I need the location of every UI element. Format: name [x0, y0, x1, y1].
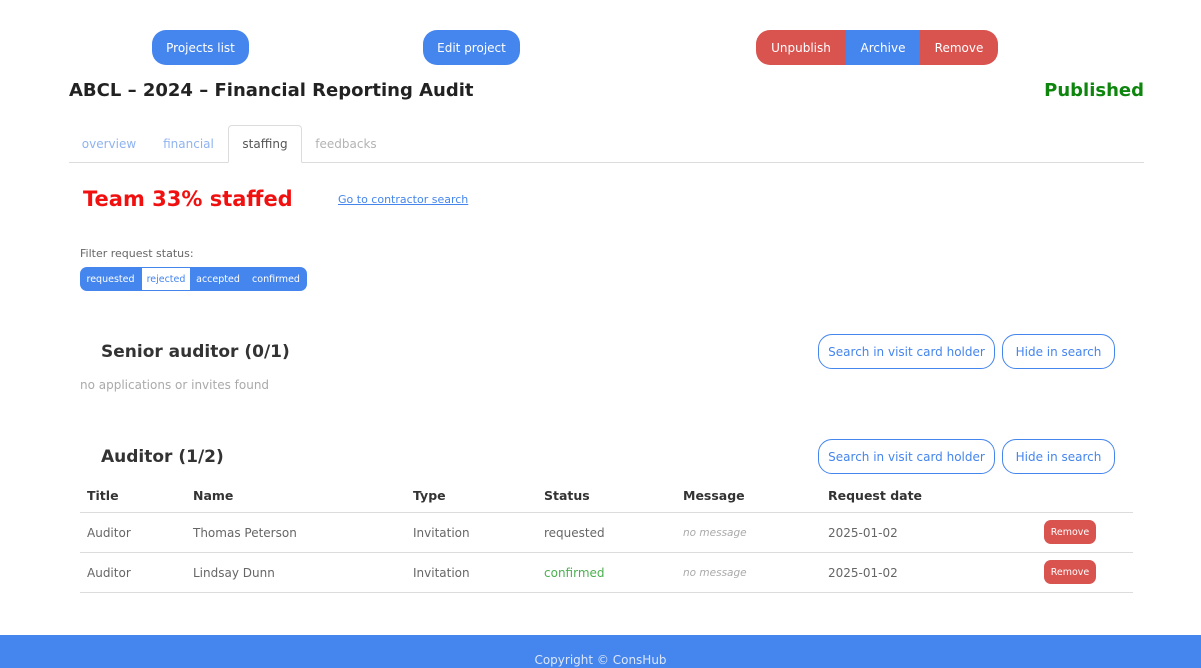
cell-title: Auditor	[87, 525, 131, 540]
no-applications-text: no applications or invites found	[80, 378, 270, 392]
archive-button[interactable]: Archive	[846, 30, 920, 65]
tab-feedbacks[interactable]: feedbacks	[302, 125, 390, 162]
header-status: Status	[544, 487, 590, 503]
cell-request-date: 2025-01-02	[828, 565, 898, 580]
filter-accepted[interactable]: accepted	[191, 267, 245, 291]
cell-name: Thomas Peterson	[193, 525, 297, 540]
table-header-row: Title Name Type Status Message Request d…	[80, 478, 1133, 513]
cell-status: confirmed	[544, 565, 605, 580]
projects-list-button[interactable]: Projects list	[152, 30, 249, 65]
publication-status: Published	[1044, 80, 1144, 101]
unpublish-button[interactable]: Unpublish	[756, 30, 846, 65]
cell-name: Lindsay Dunn	[193, 565, 275, 580]
senior-auditor-title: Senior auditor (0/1)	[101, 342, 290, 362]
auditor-title: Auditor (1/2)	[101, 447, 224, 467]
filter-status-group: requested rejected accepted confirmed	[80, 267, 307, 291]
table-row: Auditor Lindsay Dunn Invitation confirme…	[80, 553, 1133, 593]
page-title: ABCL – 2024 – Financial Reporting Audit	[69, 80, 474, 101]
header-request-date: Request date	[828, 487, 923, 503]
header-title: Title	[87, 487, 119, 503]
cell-message: no message	[683, 526, 747, 539]
copyright-text: Copyright © ConsHub	[534, 653, 667, 667]
remove-project-button[interactable]: Remove	[920, 30, 998, 65]
filter-rejected[interactable]: rejected	[141, 267, 191, 291]
cell-request-date: 2025-01-02	[828, 525, 898, 540]
senior-hide-in-search-button[interactable]: Hide in search	[1002, 334, 1115, 369]
tab-financial[interactable]: financial	[149, 125, 228, 162]
team-staffed-status: Team 33% staffed	[83, 187, 293, 211]
cell-status: requested	[544, 525, 605, 540]
footer: Copyright © ConsHub	[0, 635, 1201, 668]
tab-staffing[interactable]: staffing	[228, 125, 302, 163]
auditor-requests-table: Title Name Type Status Message Request d…	[80, 478, 1133, 593]
remove-request-button[interactable]: Remove	[1044, 560, 1096, 584]
project-tabs: overview financial staffing feedbacks	[69, 125, 1144, 163]
header-type: Type	[413, 487, 446, 503]
cell-type: Invitation	[413, 565, 470, 580]
table-row: Auditor Thomas Peterson Invitation reque…	[80, 513, 1133, 553]
publish-actions-group: Unpublish Archive Remove	[756, 30, 998, 65]
header-name: Name	[193, 487, 234, 503]
auditor-search-visit-card-button[interactable]: Search in visit card holder	[818, 439, 995, 474]
edit-project-button[interactable]: Edit project	[423, 30, 520, 65]
filter-label: Filter request status:	[80, 247, 194, 260]
header-message: Message	[683, 487, 745, 503]
cell-type: Invitation	[413, 525, 470, 540]
auditor-hide-in-search-button[interactable]: Hide in search	[1002, 439, 1115, 474]
senior-search-visit-card-button[interactable]: Search in visit card holder	[818, 334, 995, 369]
tab-overview[interactable]: overview	[69, 125, 149, 162]
remove-request-button[interactable]: Remove	[1044, 520, 1096, 544]
cell-message: no message	[683, 566, 747, 579]
filter-requested[interactable]: requested	[80, 267, 141, 291]
cell-title: Auditor	[87, 565, 131, 580]
filter-confirmed[interactable]: confirmed	[245, 267, 307, 291]
contractor-search-link[interactable]: Go to contractor search	[338, 193, 468, 206]
